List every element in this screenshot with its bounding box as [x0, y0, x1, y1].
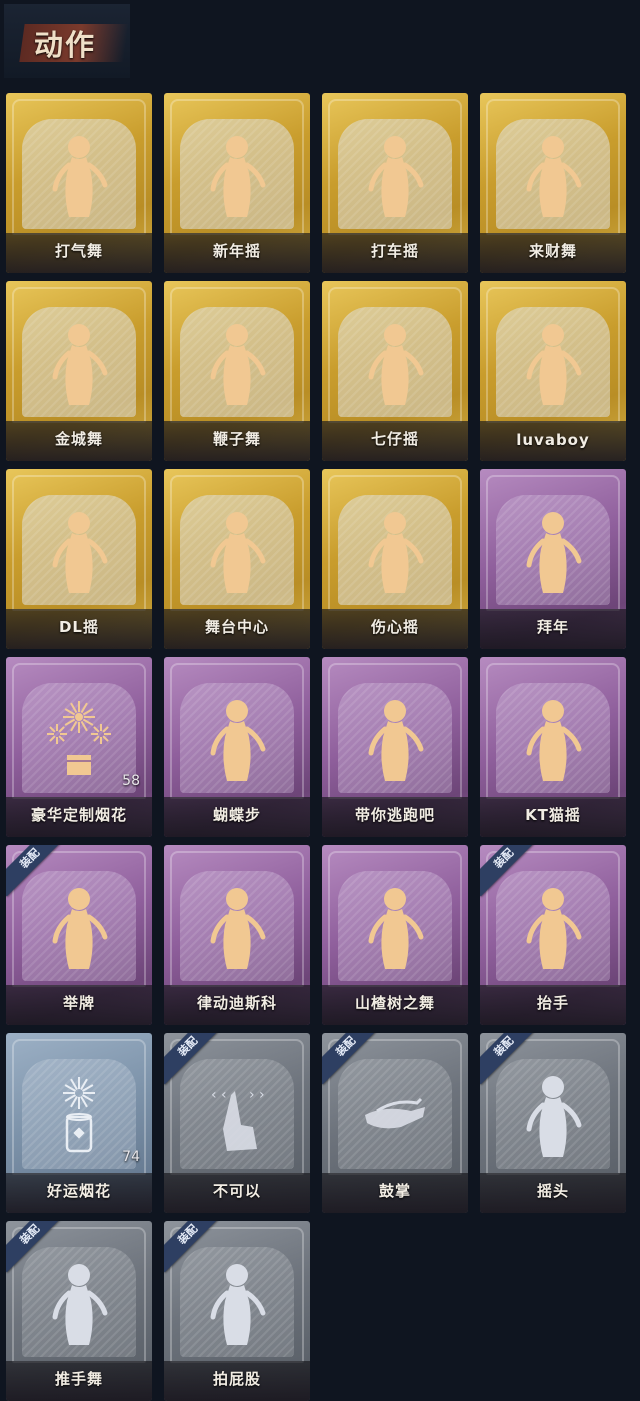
emote-name: 推手舞 [54, 1370, 103, 1388]
firework-can-icon [39, 1065, 119, 1165]
svg-text:‹ ‹: ‹ ‹ [211, 1087, 227, 1103]
emote-card[interactable]: 58 豪华定制烟花 [6, 657, 152, 837]
emote-name: KT猫摇 [525, 806, 581, 824]
emote-card[interactable]: 74 好运烟花 [6, 1033, 152, 1213]
emote-name: 拜年 [536, 618, 569, 636]
dancer-silhouette-icon [355, 313, 435, 413]
page-title: 动作 [34, 28, 97, 62]
emote-card[interactable]: 山楂树之舞 [322, 845, 468, 1025]
emote-card[interactable]: 推手舞 装配 [6, 1221, 152, 1401]
emote-name: 不可以 [212, 1182, 261, 1200]
emote-name: luvaboy [516, 431, 590, 449]
emote-name: 抬手 [536, 994, 569, 1012]
emote-card[interactable]: 律动迪斯科 [164, 845, 310, 1025]
dancer-silhouette-icon [513, 1065, 593, 1165]
dancer-silhouette-icon [39, 1253, 119, 1353]
emote-card[interactable]: 抬手 装配 [480, 845, 626, 1025]
dancer-silhouette-icon [197, 125, 277, 225]
emote-card[interactable]: 带你逃跑吧 [322, 657, 468, 837]
emote-name: 举牌 [62, 994, 95, 1012]
emote-card[interactable]: 拜年 [480, 469, 626, 649]
item-count: 58 [122, 773, 140, 789]
emote-card[interactable]: luvaboy [480, 281, 626, 461]
emote-card[interactable]: 伤心摇 [322, 469, 468, 649]
emote-name: 好运烟花 [46, 1182, 111, 1200]
dancer-silhouette-icon [39, 125, 119, 225]
dancer-silhouette-icon [513, 877, 593, 977]
emote-name: 摇头 [536, 1182, 569, 1200]
dancer-silhouette-icon [197, 501, 277, 601]
dancer-silhouette-icon [197, 313, 277, 413]
emote-name: 蝴蝶步 [212, 806, 261, 824]
emote-card[interactable]: 鞭子舞 [164, 281, 310, 461]
emote-card[interactable]: KT猫摇 [480, 657, 626, 837]
emote-name: 带你逃跑吧 [354, 806, 435, 824]
emote-name: 鼓掌 [378, 1182, 411, 1200]
finger-wag-icon: ‹ ‹ › › [197, 1065, 277, 1165]
emote-card[interactable]: 金城舞 [6, 281, 152, 461]
dancer-silhouette-icon [197, 689, 277, 789]
dancer-silhouette-icon [39, 313, 119, 413]
dancer-silhouette-icon [513, 689, 593, 789]
dancer-silhouette-icon [355, 877, 435, 977]
emote-name: 打车摇 [370, 242, 419, 260]
emote-card[interactable]: 鼓掌 装配 [322, 1033, 468, 1213]
fireworks-icon [39, 689, 119, 789]
emote-card[interactable]: 拍屁股 装配 [164, 1221, 310, 1401]
emote-card[interactable]: 摇头 装配 [480, 1033, 626, 1213]
emote-name: DL摇 [58, 618, 99, 636]
emote-card[interactable]: ‹ ‹ › › 不可以 装配 [164, 1033, 310, 1213]
dancer-silhouette-icon [39, 501, 119, 601]
emote-name: 伤心摇 [370, 618, 419, 636]
svg-text:› ›: › › [249, 1087, 265, 1103]
item-count: 74 [122, 1149, 140, 1165]
emote-card[interactable]: 打车摇 [322, 93, 468, 273]
emote-name: 山楂树之舞 [354, 994, 435, 1012]
clap-icon [355, 1065, 435, 1165]
dancer-silhouette-icon [355, 125, 435, 225]
emote-card[interactable]: DL摇 [6, 469, 152, 649]
emote-name: 七仔摇 [370, 430, 419, 448]
header: 动作 [4, 4, 130, 78]
emote-card[interactable]: 打气舞 [6, 93, 152, 273]
emote-name: 鞭子舞 [212, 430, 261, 448]
dancer-silhouette-icon [355, 689, 435, 789]
dancer-silhouette-icon [513, 501, 593, 601]
emote-card[interactable]: 新年摇 [164, 93, 310, 273]
emote-name: 来财舞 [528, 242, 577, 260]
emote-card[interactable]: 举牌 装配 [6, 845, 152, 1025]
emote-name: 舞台中心 [204, 618, 269, 636]
emote-card[interactable]: 来财舞 [480, 93, 626, 273]
dancer-silhouette-icon [355, 501, 435, 601]
emote-name: 律动迪斯科 [196, 994, 277, 1012]
emote-name: 新年摇 [212, 242, 261, 260]
dancer-silhouette-icon [39, 877, 119, 977]
emote-card[interactable]: 舞台中心 [164, 469, 310, 649]
dancer-silhouette-icon [197, 1253, 277, 1353]
dancer-silhouette-icon [513, 313, 593, 413]
dancer-silhouette-icon [197, 877, 277, 977]
emote-name: 金城舞 [54, 430, 103, 448]
emote-card[interactable]: 蝴蝶步 [164, 657, 310, 837]
emote-card[interactable]: 七仔摇 [322, 281, 468, 461]
emote-name: 豪华定制烟花 [30, 806, 127, 824]
emote-name: 拍屁股 [212, 1370, 261, 1388]
emote-name: 打气舞 [54, 242, 103, 260]
dancer-silhouette-icon [513, 125, 593, 225]
